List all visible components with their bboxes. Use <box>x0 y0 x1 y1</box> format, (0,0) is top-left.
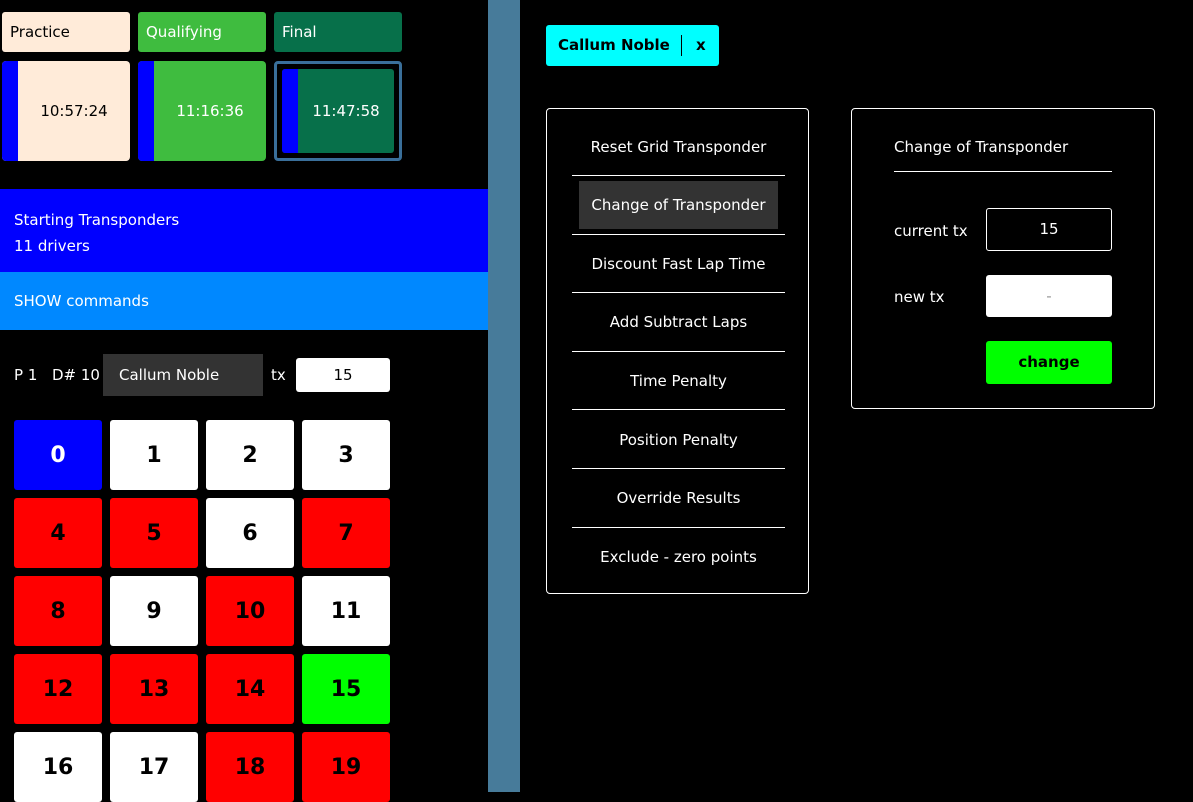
show-commands-label: SHOW commands <box>14 292 149 310</box>
transponder-number-button[interactable]: 2 <box>206 420 294 490</box>
driver-chip: Callum Noble x <box>546 25 719 66</box>
tab-final[interactable]: Final <box>274 12 402 52</box>
session-indicator <box>282 69 298 153</box>
session-time: 11:16:36 <box>176 102 244 120</box>
new-tx-input[interactable]: - <box>986 275 1112 317</box>
commands-menu: Reset Grid Transponder Change of Transpon… <box>546 108 809 594</box>
panel-divider[interactable] <box>488 0 520 792</box>
driver-name: Callum Noble <box>103 354 263 396</box>
transponder-number-button[interactable]: 8 <box>14 576 102 646</box>
change-transponder-panel: Change of Transponder current tx 15 new … <box>851 108 1155 409</box>
session-card-practice[interactable]: 10:57:24 <box>2 61 130 161</box>
menu-item[interactable]: Time Penalty <box>572 352 785 411</box>
transponder-number-button[interactable]: 6 <box>206 498 294 568</box>
driver-chip-name: Callum Noble <box>558 36 670 54</box>
new-tx-label: new tx <box>894 288 945 306</box>
menu-item[interactable]: Add Subtract Laps <box>572 294 785 352</box>
session-time: 10:57:24 <box>40 102 108 120</box>
transponder-number-button[interactable]: 0 <box>14 420 102 490</box>
menu-item-label: Discount Fast Lap Time <box>591 254 766 273</box>
transponder-number-button[interactable]: 9 <box>110 576 198 646</box>
menu-item-label: Exclude - zero points <box>600 548 757 567</box>
starting-transponders-panel[interactable]: Starting Transponders 11 drivers <box>0 189 488 272</box>
transponder-number-button[interactable]: 10 <box>206 576 294 646</box>
current-tx-field: 15 <box>986 208 1112 251</box>
transponder-number-button[interactable]: 12 <box>14 654 102 724</box>
show-commands-button[interactable]: SHOW commands <box>0 272 488 330</box>
session-indicator <box>138 61 154 161</box>
menu-item[interactable]: Change of Transponder <box>572 177 785 235</box>
driver-position: P 1 <box>14 366 38 384</box>
menu-item[interactable]: Discount Fast Lap Time <box>572 235 785 294</box>
menu-item[interactable]: Position Penalty <box>572 411 785 469</box>
menu-item-label: Position Penalty <box>619 430 738 449</box>
tab-practice[interactable]: Practice <box>2 12 130 52</box>
menu-item-label: Override Results <box>616 489 741 508</box>
panel-title: Change of Transponder <box>894 138 1069 156</box>
menu-item[interactable]: Exclude - zero points <box>572 528 785 586</box>
transponders-count: 11 drivers <box>14 237 90 255</box>
menu-item[interactable]: Override Results <box>572 470 785 528</box>
menu-item-label: Change of Transponder <box>579 181 778 230</box>
transponder-number-button[interactable]: 5 <box>110 498 198 568</box>
transponder-number-button[interactable]: 11 <box>302 576 390 646</box>
driver-tx-value: 15 <box>296 358 390 392</box>
menu-item-label: Time Penalty <box>630 371 727 390</box>
current-tx-label: current tx <box>894 222 968 240</box>
transponder-grid: 0 1 2 3 4 5 6 7 8 9 10 11 12 13 14 15 16 17 18 19 <box>14 420 390 802</box>
menu-item-label: Reset Grid Transponder <box>590 137 767 156</box>
left-column: Practice Qualifying Final 10:57:24 11:16… <box>0 0 488 802</box>
tx-label: tx <box>271 366 286 384</box>
transponder-number-button[interactable]: 3 <box>302 420 390 490</box>
transponder-number-button[interactable]: 1 <box>110 420 198 490</box>
tab-qualifying[interactable]: Qualifying <box>138 12 266 52</box>
transponder-number-button[interactable]: 7 <box>302 498 390 568</box>
transponder-number-button[interactable]: 4 <box>14 498 102 568</box>
transponder-number-button[interactable]: 14 <box>206 654 294 724</box>
session-time: 11:47:58 <box>312 102 380 120</box>
transponders-title: Starting Transponders <box>14 211 180 229</box>
menu-item-label: Add Subtract Laps <box>609 313 748 332</box>
menu-item[interactable]: Reset Grid Transponder <box>572 118 785 176</box>
change-button[interactable]: change <box>986 341 1112 384</box>
close-icon[interactable]: x <box>696 25 706 66</box>
chip-separator <box>681 35 682 56</box>
session-indicator <box>2 61 18 161</box>
driver-number: D# 10 <box>52 366 100 384</box>
session-card-qualifying[interactable]: 11:16:36 <box>138 61 266 161</box>
transponder-number-button[interactable]: 15 <box>302 654 390 724</box>
panel-title-underline <box>894 171 1112 172</box>
transponder-number-button[interactable]: 13 <box>110 654 198 724</box>
session-card-final[interactable]: 11:47:58 <box>274 61 402 161</box>
